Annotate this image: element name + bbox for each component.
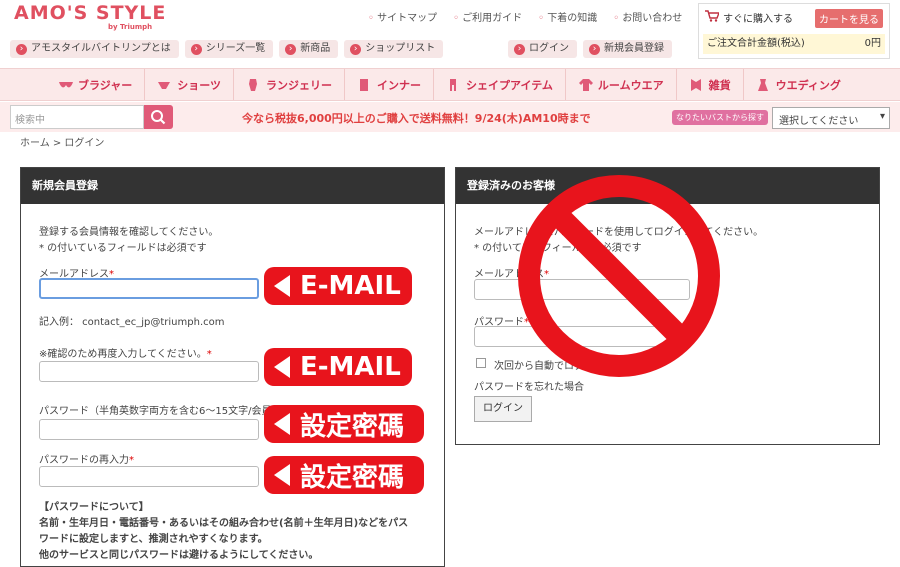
link-knowledge[interactable]: 下着の知識 bbox=[538, 9, 597, 24]
subnav-series[interactable]: シリーズ一覧 bbox=[184, 40, 274, 58]
bust-search-button[interactable]: なりたいバストから探す bbox=[672, 110, 768, 125]
forgot-password-link[interactable]: パスワードを忘れた場合 bbox=[474, 378, 584, 393]
breadcrumb[interactable]: ホーム > ログイン bbox=[20, 134, 104, 149]
chevron-down-icon: ▾ bbox=[879, 111, 885, 122]
remember-checkbox[interactable] bbox=[476, 358, 486, 368]
prohibited-icon bbox=[518, 175, 720, 377]
cart-total-label: ご注文合計金額(税込) bbox=[707, 38, 805, 49]
arrow-left-icon bbox=[274, 356, 290, 378]
subnav-register[interactable]: 新規会員登録 bbox=[583, 40, 672, 58]
email-example: 記入例： contact_ec_jp@triumph.com bbox=[39, 317, 225, 328]
shape-icon bbox=[446, 78, 460, 92]
category-lingerie[interactable]: ランジェリー bbox=[234, 69, 346, 100]
search-button[interactable] bbox=[144, 105, 173, 129]
password-confirm-label: パスワードの再入力* bbox=[39, 455, 134, 466]
shorts-icon bbox=[157, 78, 171, 92]
register-title: 新規会員登録 bbox=[21, 168, 444, 204]
category-roomwear[interactable]: ルームウエア bbox=[566, 69, 677, 100]
category-wedding[interactable]: ウエディング bbox=[744, 69, 853, 100]
email-callout-2: E-MAIL bbox=[264, 348, 412, 386]
password-note-2: ワードに設定しますと、推測されやすくなります。 bbox=[39, 534, 268, 545]
inner-icon bbox=[357, 78, 371, 92]
category-nav: ブラジャー ショーツ ランジェリー インナー シェイプアイテム ルームウエア 雑… bbox=[0, 68, 900, 101]
wedding-icon bbox=[756, 78, 770, 92]
subnav-about[interactable]: アモスタイルバイトリンプとは bbox=[10, 40, 179, 58]
cart-box: すぐに購入する カートを見る ご注文合計金額(税込) 0円 bbox=[698, 3, 890, 59]
logo-subtitle: by Triumph bbox=[108, 23, 153, 31]
link-guide[interactable]: ご利用ガイド bbox=[453, 9, 522, 24]
category-shorts[interactable]: ショーツ bbox=[145, 69, 235, 100]
search-icon bbox=[151, 110, 166, 125]
arrow-left-icon bbox=[274, 275, 290, 297]
login-button[interactable]: ログイン bbox=[474, 396, 532, 422]
password-field[interactable] bbox=[39, 419, 259, 440]
subnav-login[interactable]: ログイン bbox=[508, 40, 577, 58]
cart-total-value: 0円 bbox=[864, 38, 881, 49]
password-callout-2: 設定密碼 bbox=[264, 456, 424, 494]
password-note-1: 名前・生年月日・電話番号・あるいはその組み合わせ(名前＋生年月日)などをパス bbox=[39, 518, 409, 529]
link-sitemap[interactable]: サイトマップ bbox=[368, 9, 437, 24]
register-required-note: * の付いているフィールドは必須です bbox=[39, 243, 207, 254]
email-field[interactable] bbox=[39, 278, 259, 299]
arrow-left-icon bbox=[274, 464, 290, 486]
top-links: サイトマップ ご利用ガイド 下着の知識 お問い合わせ bbox=[368, 9, 682, 24]
cart-icon bbox=[705, 10, 721, 25]
bust-select[interactable]: 選択してください ▾ bbox=[772, 107, 890, 129]
subnav-shops[interactable]: ショップリスト bbox=[344, 40, 444, 58]
site-header: AMO'S STYLE by Triumph サイトマップ ご利用ガイド 下着の… bbox=[0, 0, 900, 68]
account-nav: ログイン 新規会員登録 bbox=[508, 40, 672, 58]
goods-icon bbox=[689, 78, 703, 92]
sub-nav: アモスタイルバイトリンプとは シリーズ一覧 新商品 ショップリスト bbox=[10, 40, 444, 58]
email-confirm-field[interactable] bbox=[39, 361, 259, 382]
category-goods[interactable]: 雑貨 bbox=[677, 69, 744, 100]
search-input[interactable]: 検索中 bbox=[10, 105, 144, 129]
roomwear-icon bbox=[578, 78, 593, 92]
category-shape[interactable]: シェイプアイテム bbox=[434, 69, 566, 100]
arrow-left-icon bbox=[274, 413, 290, 435]
site-logo[interactable]: AMO'S STYLE bbox=[14, 2, 166, 24]
view-cart-button[interactable]: カートを見る bbox=[815, 9, 883, 28]
subnav-new[interactable]: 新商品 bbox=[279, 40, 339, 58]
lingerie-icon bbox=[246, 78, 260, 92]
password-note-title: 【パスワードについて】 bbox=[39, 502, 149, 513]
register-intro: 登録する会員情報を確認してください。 bbox=[39, 227, 219, 238]
password-callout-1: 設定密碼 bbox=[264, 405, 424, 443]
email-confirm-label: ※確認のため再度入力してください。* bbox=[39, 349, 212, 360]
free-shipping-banner[interactable]: 今なら税抜6,000円以上のご購入で送料無料！9/24(木)AM10時まで bbox=[242, 110, 591, 126]
category-bra[interactable]: ブラジャー bbox=[46, 69, 146, 100]
link-contact[interactable]: お問い合わせ bbox=[613, 9, 682, 24]
password-confirm-field[interactable] bbox=[39, 466, 259, 487]
email-callout-1: E-MAIL bbox=[264, 267, 412, 305]
buy-now-link[interactable]: すぐに購入する bbox=[723, 10, 793, 25]
bra-icon bbox=[58, 78, 73, 92]
search-bar: 検索中 今なら税抜6,000円以上のご購入で送料無料！9/24(木)AM10時ま… bbox=[0, 102, 900, 132]
category-inner[interactable]: インナー bbox=[345, 69, 435, 100]
